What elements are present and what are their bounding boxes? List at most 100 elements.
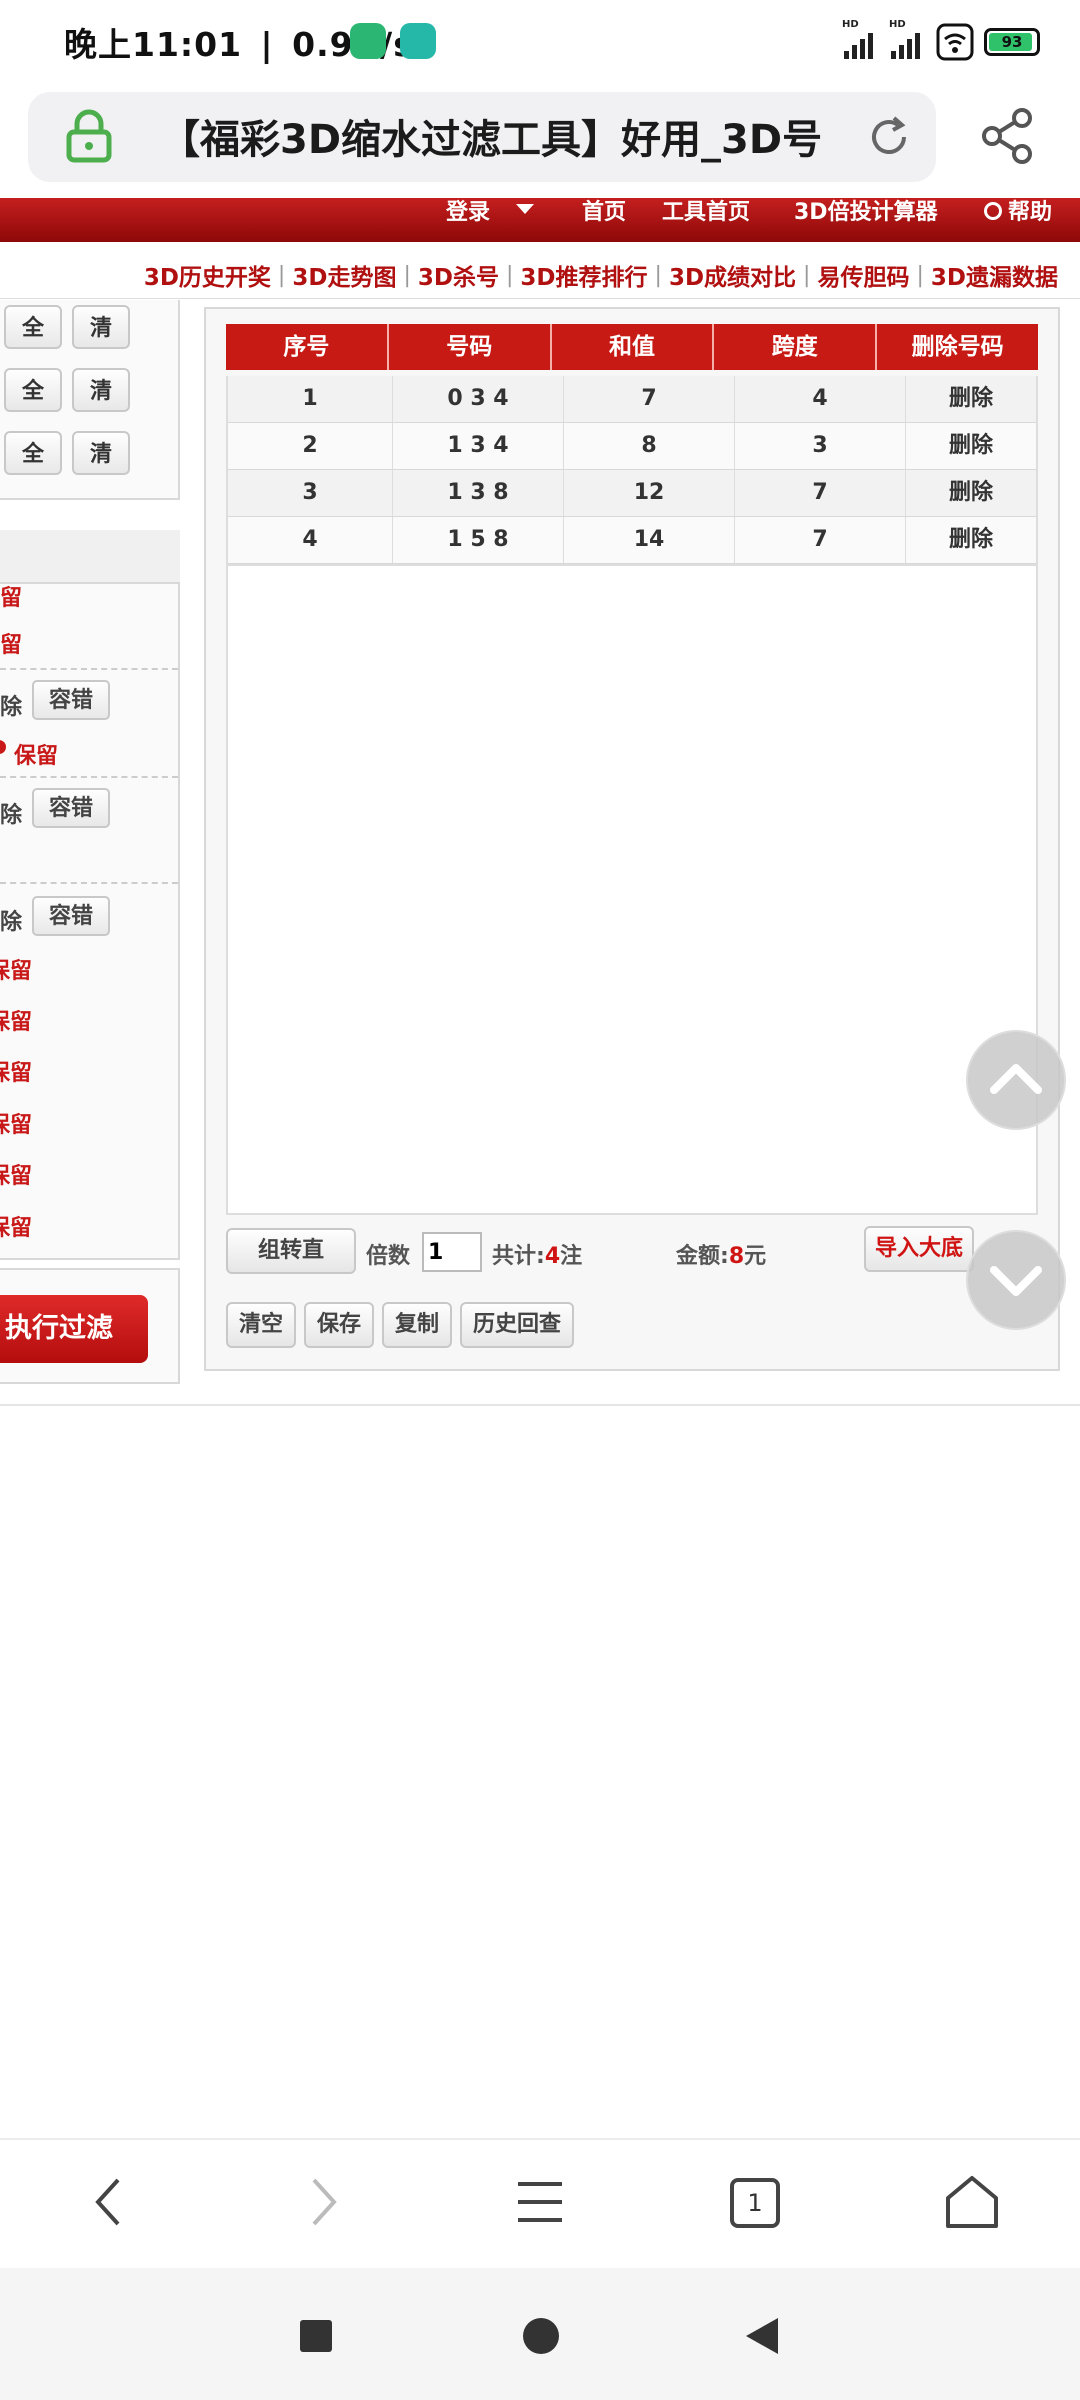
cell-number: 0 3 4 xyxy=(393,376,564,422)
keep-label-9[interactable]: 保留 xyxy=(0,1210,32,1242)
tabs-icon[interactable]: 1 xyxy=(730,2178,780,2228)
cell-index: 3 xyxy=(228,470,393,516)
left-panel-filters-header xyxy=(0,530,180,584)
copy-button[interactable]: 复制 xyxy=(382,1302,452,1348)
remove-label-2[interactable]: 除 xyxy=(0,797,22,829)
clear-button-1[interactable]: 清 xyxy=(72,305,130,349)
execute-filter-button[interactable]: 执行过滤 xyxy=(0,1295,148,1363)
delete-link[interactable]: 删除 xyxy=(906,470,1036,516)
nav-multiplier-calc[interactable]: 3D倍投计算器 xyxy=(794,198,938,228)
back-triangle-icon[interactable] xyxy=(746,2318,778,2354)
divider xyxy=(0,882,178,884)
scroll-up-button[interactable] xyxy=(966,1030,1066,1130)
subnav-missing-data[interactable]: 3D遗漏数据 xyxy=(931,258,1058,292)
battery-icon: 93 xyxy=(984,28,1040,56)
col-span: 跨度 xyxy=(714,324,878,370)
battery-level-text: 93 xyxy=(1001,33,1023,51)
scroll-down-button[interactable] xyxy=(966,1230,1066,1330)
select-all-button-1[interactable]: 全 xyxy=(4,305,62,349)
nav-help[interactable]: 帮助 xyxy=(1008,198,1052,228)
total-count: 共计:4注 xyxy=(492,1244,583,1269)
tolerance-button-1[interactable]: 容错 xyxy=(32,680,110,720)
save-button[interactable]: 保存 xyxy=(304,1302,374,1348)
sub-nav: 3D历史开奖 | 3D走势图 | 3D杀号 | 3D推荐排行 | 3D成绩对比 | 易传胆… xyxy=(0,252,1080,299)
delete-link[interactable]: 删除 xyxy=(906,376,1036,422)
wifi-icon xyxy=(936,23,974,61)
cell-span: 4 xyxy=(735,376,906,422)
convert-button[interactable]: 组转直 xyxy=(226,1228,356,1274)
status-divider: | xyxy=(260,25,274,64)
keep-label-4[interactable]: 保留 xyxy=(0,953,32,985)
tab-count: 1 xyxy=(747,2189,763,2217)
home-icon[interactable] xyxy=(942,2172,1002,2232)
signal-2-icon: HD xyxy=(889,19,920,59)
subnav-ranking[interactable]: 3D推荐排行 xyxy=(520,258,647,292)
col-number: 号码 xyxy=(389,324,552,370)
clear-button-3[interactable]: 清 xyxy=(72,431,130,475)
cell-number: 1 3 4 xyxy=(393,423,564,469)
subnav-yichuan[interactable]: 易传胆码 xyxy=(817,258,909,292)
keep-label-1[interactable]: 留 xyxy=(0,580,22,612)
history-lookup-button[interactable]: 历史回查 xyxy=(460,1302,574,1348)
signal-1-icon: HD xyxy=(842,19,873,59)
multiplier-input[interactable] xyxy=(422,1232,482,1272)
refresh-icon[interactable] xyxy=(864,112,914,162)
subnav-trend-chart[interactable]: 3D走势图 xyxy=(292,258,396,292)
cell-sum: 8 xyxy=(564,423,735,469)
col-index: 序号 xyxy=(226,324,389,370)
delete-link[interactable]: 删除 xyxy=(906,517,1036,563)
col-delete: 删除号码 xyxy=(911,334,1004,360)
subnav-compare[interactable]: 3D成绩对比 xyxy=(669,258,796,292)
remove-label-1[interactable]: 除 xyxy=(0,689,22,721)
clear-all-button[interactable]: 清空 xyxy=(226,1302,296,1348)
remove-label-3[interactable]: 除 xyxy=(0,904,22,936)
cell-span: 7 xyxy=(735,517,906,563)
chat-app-icon xyxy=(350,23,386,59)
back-icon[interactable] xyxy=(88,2172,128,2232)
keep-label-6[interactable]: 保留 xyxy=(0,1055,32,1087)
menu-icon[interactable] xyxy=(514,2176,566,2228)
clock-text: 晚上11:01 xyxy=(64,25,243,64)
multiplier-label: 倍数 xyxy=(366,1244,411,1269)
home-circle-icon[interactable] xyxy=(523,2318,559,2354)
result-table: 序号 号码 和值 跨度 删除号码 1 0 3 4 7 4 删除 2 1 3 4 … xyxy=(226,324,1038,566)
tolerance-button-2[interactable]: 容错 xyxy=(32,788,110,828)
cell-index: 4 xyxy=(228,517,393,563)
chevron-down-icon xyxy=(516,204,534,214)
nav-tools-home[interactable]: 工具首页 xyxy=(662,198,750,228)
cell-span: 7 xyxy=(735,470,906,516)
keep-label-8[interactable]: 保留 xyxy=(0,1158,32,1190)
left-panel-filters xyxy=(0,530,180,1260)
share-icon[interactable] xyxy=(980,106,1036,166)
keep-label-5[interactable]: 保留 xyxy=(0,1004,32,1036)
page-title[interactable]: 【福彩3D缩水过滤工具】好用_3D号 xyxy=(160,107,830,165)
keep-label-3[interactable]: 保留 xyxy=(14,738,58,770)
cell-span: 3 xyxy=(735,423,906,469)
recent-apps-icon[interactable] xyxy=(300,2320,332,2352)
chevron-down-icon xyxy=(990,1266,1042,1296)
tolerance-button-3[interactable]: 容错 xyxy=(32,896,110,936)
cell-sum: 14 xyxy=(564,517,735,563)
table-rows: 1 0 3 4 7 4 删除 2 1 3 4 8 3 删除 3 1 3 8 12… xyxy=(226,376,1038,566)
select-all-button-2[interactable]: 全 xyxy=(4,368,62,412)
table-header: 序号 号码 和值 跨度 删除号码 xyxy=(226,324,1038,370)
divider xyxy=(0,668,178,670)
qq-app-icon xyxy=(400,23,436,59)
subnav-history-draws[interactable]: 3D历史开奖 xyxy=(144,258,271,292)
login-link[interactable]: 登录 xyxy=(446,198,490,228)
nav-home[interactable]: 首页 xyxy=(582,198,626,228)
select-all-button-3[interactable]: 全 xyxy=(4,431,62,475)
keep-label-7[interactable]: 保留 xyxy=(0,1107,32,1139)
subnav-kill-number[interactable]: 3D杀号 xyxy=(418,258,499,292)
delete-link[interactable]: 删除 xyxy=(906,423,1036,469)
table-row: 4 1 5 8 14 7 删除 xyxy=(228,517,1036,564)
import-base-button[interactable]: 导入大底 xyxy=(864,1226,974,1272)
content-bottom-divider xyxy=(0,1404,1080,1406)
cell-index: 2 xyxy=(228,423,393,469)
keep-label-2[interactable]: 留 xyxy=(0,627,22,659)
cell-sum: 7 xyxy=(564,376,735,422)
divider xyxy=(0,776,178,778)
cell-number: 1 5 8 xyxy=(393,517,564,563)
forward-icon[interactable] xyxy=(304,2172,344,2232)
clear-button-2[interactable]: 清 xyxy=(72,368,130,412)
